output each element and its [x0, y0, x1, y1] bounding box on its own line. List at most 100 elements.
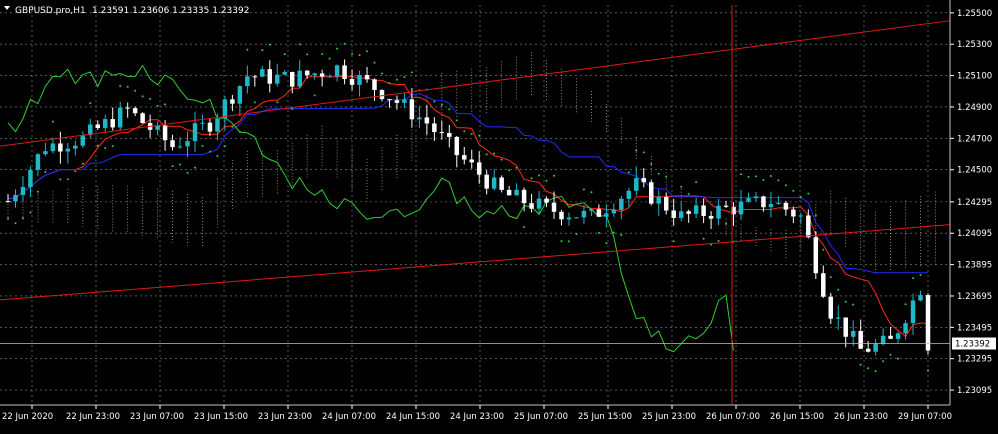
- sar-dot: [657, 172, 660, 175]
- sar-dot: [590, 191, 593, 194]
- candle-body: [521, 189, 527, 204]
- sar-dot: [7, 217, 9, 220]
- sar-dot: [635, 149, 638, 152]
- candle-body: [514, 189, 519, 196]
- x-tick-label: 23 Jun 07:00: [130, 412, 184, 422]
- sar-dot: [66, 178, 69, 181]
- candle-body: [678, 211, 684, 218]
- sar-dot: [358, 54, 361, 57]
- sar-dot: [508, 169, 511, 172]
- x-tick-label: 26 Jun 23:00: [834, 412, 888, 422]
- sar-dot: [523, 226, 526, 229]
- sar-dot: [687, 192, 690, 195]
- sar-dot: [515, 166, 518, 169]
- candle-body: [73, 145, 78, 149]
- candle-body: [828, 296, 834, 319]
- sar-dot: [366, 50, 369, 53]
- sar-dot: [829, 276, 832, 279]
- sar-dot: [74, 170, 77, 173]
- candle-body: [581, 210, 587, 218]
- sar-dot: [336, 47, 339, 50]
- sar-dot: [208, 150, 211, 153]
- candle-body: [80, 135, 86, 146]
- candle-body: [252, 76, 258, 78]
- candle-body: [424, 117, 430, 124]
- price-chart[interactable]: 1.25500 1.25300 1.25100 1.24900 1.24700 1.245…: [0, 0, 998, 430]
- candle-body: [566, 217, 572, 220]
- sar-dot: [799, 196, 802, 199]
- candle-body: [162, 125, 168, 141]
- sar-dot: [927, 369, 929, 372]
- candle-body: [499, 177, 504, 190]
- sar-dot: [283, 53, 286, 56]
- sar-dot: [814, 214, 817, 217]
- x-tick-label: 23 Jun 23:00: [258, 412, 312, 422]
- x-tick-label: 25 Jun 15:00: [578, 412, 632, 422]
- candle-body: [222, 99, 228, 119]
- sar-dot: [567, 240, 570, 243]
- sar-dot: [321, 53, 324, 56]
- sar-dot: [380, 72, 383, 75]
- candle-body: [693, 205, 699, 214]
- sar-dot: [470, 133, 473, 136]
- candle-body: [798, 215, 804, 217]
- sar-dot: [545, 179, 548, 182]
- y-tick-label: 1.23295: [957, 355, 992, 365]
- sar-dot: [792, 189, 795, 192]
- candle-body: [910, 300, 916, 324]
- candle-body: [170, 140, 175, 148]
- sar-dot: [695, 181, 698, 184]
- chart-header: GBPUSD.pro,H1 1.23591 1.23606 1.23335 1.…: [4, 6, 249, 16]
- candle-body: [626, 190, 632, 199]
- candle-body: [536, 198, 542, 209]
- sar-dot: [837, 288, 840, 291]
- candle-body: [297, 70, 302, 87]
- candle-body: [895, 333, 901, 339]
- sar-dot: [582, 188, 585, 191]
- sar-dot: [463, 130, 466, 133]
- y-tick-label: 1.23095: [957, 386, 992, 396]
- candle-body: [634, 178, 639, 191]
- sar-dot: [373, 61, 376, 64]
- sar-dot: [126, 85, 129, 88]
- candle-body: [387, 99, 392, 101]
- sar-dot: [478, 134, 481, 137]
- candle-body: [821, 273, 826, 297]
- candle-body: [364, 75, 370, 80]
- candle-body: [65, 148, 71, 152]
- sar-dot: [231, 125, 234, 128]
- candle-body: [245, 76, 250, 87]
- sar-dot: [291, 108, 294, 111]
- candle-body: [35, 154, 41, 170]
- y-tick-label: 1.24295: [957, 198, 992, 208]
- candle-body: [462, 155, 467, 160]
- candle-body: [850, 330, 856, 337]
- x-tick-label: 24 Jun 23:00: [450, 412, 504, 422]
- candle-body: [327, 76, 332, 78]
- sar-dot: [777, 179, 780, 182]
- candle-body: [708, 215, 714, 219]
- candle-body: [529, 203, 534, 209]
- candle-body: [20, 187, 26, 195]
- candle-body: [275, 74, 280, 84]
- sar-dot: [351, 52, 354, 55]
- sar-dot: [493, 152, 496, 155]
- x-tick-label: 24 Jun 07:00: [322, 412, 376, 422]
- chart-canvas[interactable]: 1.25500 1.25300 1.25100 1.24900 1.24700 1.245…: [0, 0, 998, 430]
- x-tick-label: 26 Jun 07:00: [706, 412, 760, 422]
- candle-body: [50, 143, 56, 152]
- sar-dot: [672, 240, 675, 243]
- sar-dot: [859, 363, 862, 366]
- candle-body: [619, 198, 624, 210]
- sar-dot: [702, 237, 705, 240]
- sar-dot: [612, 231, 615, 234]
- sar-dot: [89, 102, 92, 105]
- chart-background: [0, 0, 998, 430]
- sar-dot: [134, 89, 137, 92]
- x-tick-label: 26 Jun 15:00: [770, 412, 824, 422]
- candle-body: [611, 209, 617, 214]
- sar-dot: [44, 170, 47, 173]
- candle-body: [738, 201, 744, 215]
- x-tick-label: 24 Jun 15:00: [386, 412, 440, 422]
- sar-dot: [433, 100, 436, 103]
